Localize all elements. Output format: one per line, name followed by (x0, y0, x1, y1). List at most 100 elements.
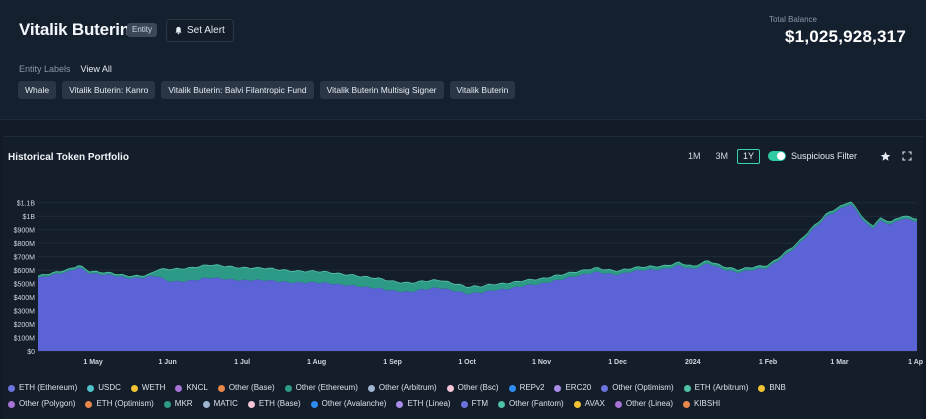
legend-item[interactable]: KIBSHI (683, 396, 720, 412)
legend-label: USDC (98, 383, 121, 392)
y-tick-label: $400M (14, 295, 36, 302)
legend-item[interactable]: ETH (Base) (247, 396, 301, 412)
y-tick-label: $600M (14, 268, 36, 275)
legend-row: ETH (Ethereum) USDC WETH KNCL Other (Base) Ot… (8, 380, 918, 396)
legend-label: ETH (Ethereum) (19, 383, 78, 392)
x-tick-label: 1 Jul (234, 359, 250, 366)
legend-dot-icon (284, 384, 292, 392)
set-alert-label: Set Alert (187, 25, 225, 36)
legend-label: REPv2 (519, 383, 545, 392)
y-tick-label: $500M (14, 282, 36, 289)
entity-label-tag[interactable]: Vitalik Buterin: Kanro (62, 81, 156, 99)
x-tick-label: 1 Feb (759, 359, 777, 366)
legend-label: KNCL (186, 383, 208, 392)
legend-item[interactable]: REPv2 (508, 380, 545, 396)
legend-item[interactable]: MATIC (202, 396, 238, 412)
legend-item[interactable]: BNB (758, 380, 786, 396)
legend-dot-icon (446, 384, 454, 392)
legend-dot-icon (508, 384, 516, 392)
x-tick-label: 1 Oct (458, 359, 476, 366)
legend-dot-icon (8, 400, 15, 408)
legend-item[interactable]: USDC (87, 380, 121, 396)
legend-label: Other (Bsc) (457, 383, 499, 392)
legend-label: Other (Avalanche) (321, 399, 387, 408)
legend-item[interactable]: ETH (Linea) (396, 396, 451, 412)
legend-item[interactable]: Other (Fantom) (498, 396, 564, 412)
legend-label: MATIC (213, 399, 238, 408)
legend-label: ETH (Linea) (407, 399, 451, 408)
legend-dot-icon (217, 384, 225, 392)
entity-label-tag[interactable]: Vitalik Buterin (449, 81, 516, 99)
y-tick-label: $1.1B (17, 201, 36, 208)
legend-dot-icon (163, 400, 171, 408)
legend-item[interactable]: FTM (460, 396, 489, 412)
y-tick-label: $700M (14, 255, 36, 262)
entity-label-tag[interactable]: Whale (18, 81, 57, 99)
y-tick-label: $1B (23, 214, 36, 221)
entity-labels-row: Entity Labels View All (19, 64, 112, 74)
x-tick-label: 1 Jun (158, 359, 176, 366)
historical-portfolio-panel: Historical Token Portfolio 1M 3M 1Y Suspic… (3, 136, 923, 419)
view-all-link[interactable]: View All (81, 64, 112, 74)
legend-dot-icon (175, 384, 183, 392)
x-tick-label: 1 May (83, 359, 103, 366)
legend-item[interactable]: Other (Optimism) (601, 380, 674, 396)
legend-item[interactable]: Other (Ethereum) (284, 380, 358, 396)
total-balance-label: Total Balance (768, 15, 817, 24)
legend-label: Other (Optimism) (612, 383, 674, 392)
entity-labels-title: Entity Labels (19, 64, 71, 74)
entity-header: Vitalik Buterin Entity Set Alert Total B… (0, 0, 926, 120)
legend-item[interactable]: Other (Base) (217, 380, 275, 396)
legend-label: ETH (Optimism) (96, 399, 154, 408)
entity-label-tag[interactable]: Vitalik Buterin: Balvi Filantropic Fund (161, 81, 314, 99)
legend-item[interactable]: ERC20 (554, 380, 591, 396)
legend-dot-icon (683, 384, 691, 392)
legend-item[interactable]: ETH (Arbitrum) (683, 380, 748, 396)
y-tick-label: $300M (14, 309, 36, 316)
x-tick-label: 1 Nov (532, 359, 551, 366)
legend-dot-icon (85, 400, 93, 408)
total-balance-value: $1,025,928,317 (785, 27, 906, 46)
legend-item[interactable]: Other (Avalanche) (310, 396, 387, 412)
legend-dot-icon (758, 384, 766, 392)
legend-label: KIBSHI (694, 399, 721, 408)
legend-label: Other (Polygon) (19, 399, 76, 408)
legend-label: FTM (471, 399, 489, 408)
legend-item[interactable]: Other (Polygon) (8, 396, 75, 412)
entity-label-tags: Whale Vitalik Buterin: Kanro Vitalik Buter… (18, 81, 516, 99)
legend-dot-icon (614, 400, 622, 408)
legend-label: MKR (174, 399, 193, 408)
legend-label: WETH (141, 383, 166, 392)
legend-item[interactable]: Other (Arbitrum) (367, 380, 437, 396)
y-tick-label: $900M (14, 228, 36, 235)
legend-label: ERC20 (565, 383, 592, 392)
legend-item[interactable]: ETH (Optimism) (85, 396, 154, 412)
legend-dot-icon (202, 400, 210, 408)
legend-item[interactable]: AVAX (573, 396, 605, 412)
chart-legend: ETH (Ethereum) USDC WETH KNCL Other (Base) Ot… (8, 380, 918, 412)
x-tick-label: 1 Sep (383, 359, 402, 366)
legend-dot-icon (247, 400, 255, 408)
portfolio-area-chart: $0 $100M $200M $300M $400M $500M $600M $700M $80… (14, 201, 923, 366)
legend-item[interactable]: WETH (130, 380, 166, 396)
legend-item[interactable]: KNCL (175, 380, 208, 396)
y-tick-label: $100M (14, 336, 36, 343)
legend-item[interactable]: Other (Bsc) (446, 380, 499, 396)
legend-row: Other (Polygon) ETH (Optimism) MKR MATIC ETH… (8, 396, 918, 412)
legend-item[interactable]: MKR (163, 396, 193, 412)
set-alert-button[interactable]: Set Alert (166, 19, 234, 42)
legend-item[interactable]: Other (Linea) (614, 396, 673, 412)
y-tick-label: $0 (27, 349, 35, 356)
entity-label-tag[interactable]: Vitalik Buterin Multisig Signer (319, 81, 444, 99)
legend-label: Other (Linea) (625, 399, 673, 408)
legend-dot-icon (683, 400, 690, 408)
x-tick-label: 1 Dec (608, 359, 627, 366)
legend-dot-icon (396, 400, 404, 408)
legend-item[interactable]: ETH (Ethereum) (8, 380, 77, 396)
legend-label: AVAX (584, 399, 605, 408)
legend-dot-icon (367, 384, 375, 392)
legend-dot-icon (460, 400, 468, 408)
bell-icon (175, 26, 182, 35)
legend-label: Other (Arbitrum) (378, 383, 437, 392)
legend-dot-icon (498, 400, 506, 408)
